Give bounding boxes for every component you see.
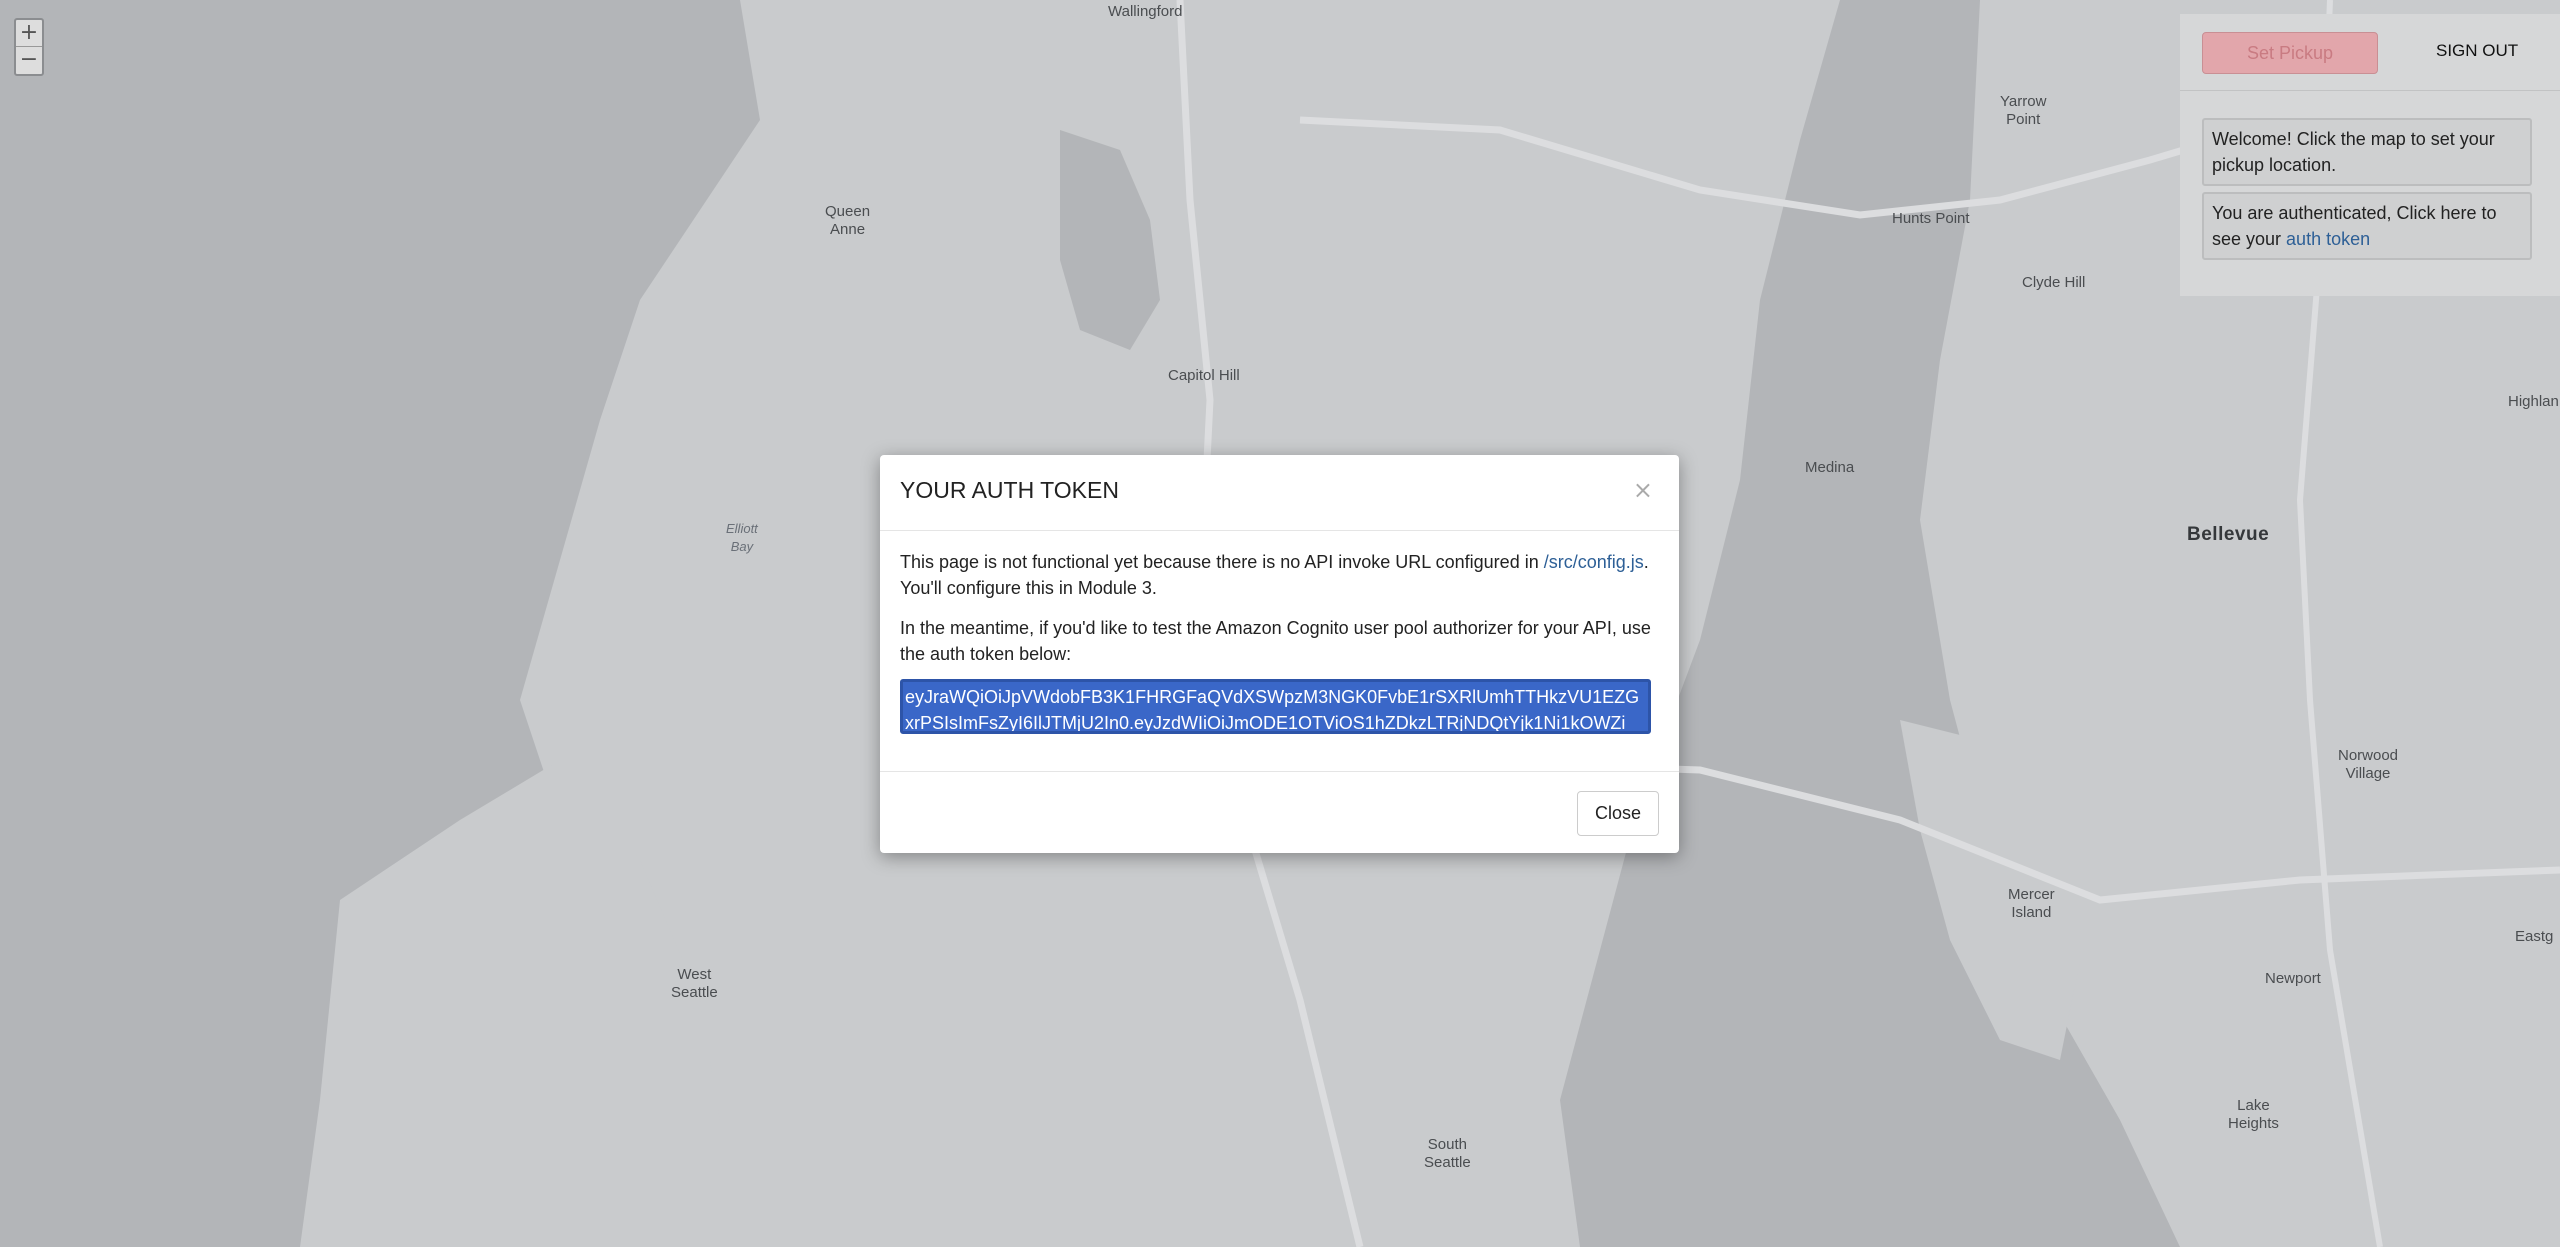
welcome-message: Welcome! Click the map to set your picku… (2202, 118, 2532, 186)
zoom-in-button[interactable]: + (16, 20, 42, 46)
zoom-out-button[interactable]: − (16, 46, 42, 72)
map-label-elliott-bay: Elliott Bay (726, 521, 758, 554)
sidebar-divider (2180, 90, 2560, 91)
map-label-newport: Newport (2265, 970, 2321, 987)
map-label-south-seattle: South Seattle (1424, 1136, 1471, 1171)
modal-paragraph-config: This page is not functional yet because … (900, 549, 1660, 601)
map-label-clyde-hill: Clyde Hill (2022, 274, 2086, 291)
close-button[interactable]: Close (1577, 791, 1659, 836)
map-label-eastgate: Eastg (2515, 928, 2554, 945)
map-label-wallingford: Wallingford (1108, 3, 1183, 20)
map-label-west-seattle: West Seattle (671, 966, 718, 1001)
map-label-medina: Medina (1805, 459, 1855, 476)
map-label-yarrow-point: Yarrow Point (2000, 93, 2047, 128)
auth-token-modal: YOUR AUTH TOKEN × This page is not funct… (880, 455, 1679, 853)
modal-title: YOUR AUTH TOKEN (900, 477, 1119, 503)
map-label-hunts-point: Hunts Point (1892, 210, 1970, 227)
close-icon[interactable]: × (1627, 475, 1659, 505)
modal-body: This page is not functional yet because … (900, 549, 1660, 734)
map-label-lake-heights: Lake Heights (2228, 1097, 2279, 1132)
modal-paragraph-config-text: This page is not functional yet because … (900, 552, 1544, 572)
map-label-highlands: Highlan (2508, 393, 2559, 410)
modal-footer: Close (880, 771, 1679, 854)
auth-token-link[interactable]: auth token (2286, 229, 2370, 249)
sidebar-panel: Set Pickup SIGN OUT Welcome! Click the m… (2180, 14, 2560, 296)
auth-message: You are authenticated, Click here to see… (2202, 192, 2532, 260)
map-label-bellevue: Bellevue (2187, 524, 2270, 545)
map-label-capitol-hill: Capitol Hill (1168, 367, 1240, 384)
map-zoom-control: + − (14, 18, 44, 76)
auth-token-field[interactable]: eyJraWQiOiJpVWdobFB3K1FHRGFaQVdXSWpzM3NG… (900, 679, 1651, 734)
modal-paragraph-test: In the meantime, if you'd like to test t… (900, 618, 1651, 664)
map-label-queen-anne: Queen Anne (825, 203, 871, 238)
map-label-norwood-village: Norwood Village (2338, 747, 2399, 782)
sign-out-button[interactable]: SIGN OUT (2430, 40, 2524, 62)
config-file-link[interactable]: /src/config.js (1544, 552, 1644, 572)
map-label-mercer-island: Mercer Island (2008, 886, 2055, 921)
set-pickup-button[interactable]: Set Pickup (2202, 32, 2378, 74)
modal-header: YOUR AUTH TOKEN × (880, 455, 1679, 531)
